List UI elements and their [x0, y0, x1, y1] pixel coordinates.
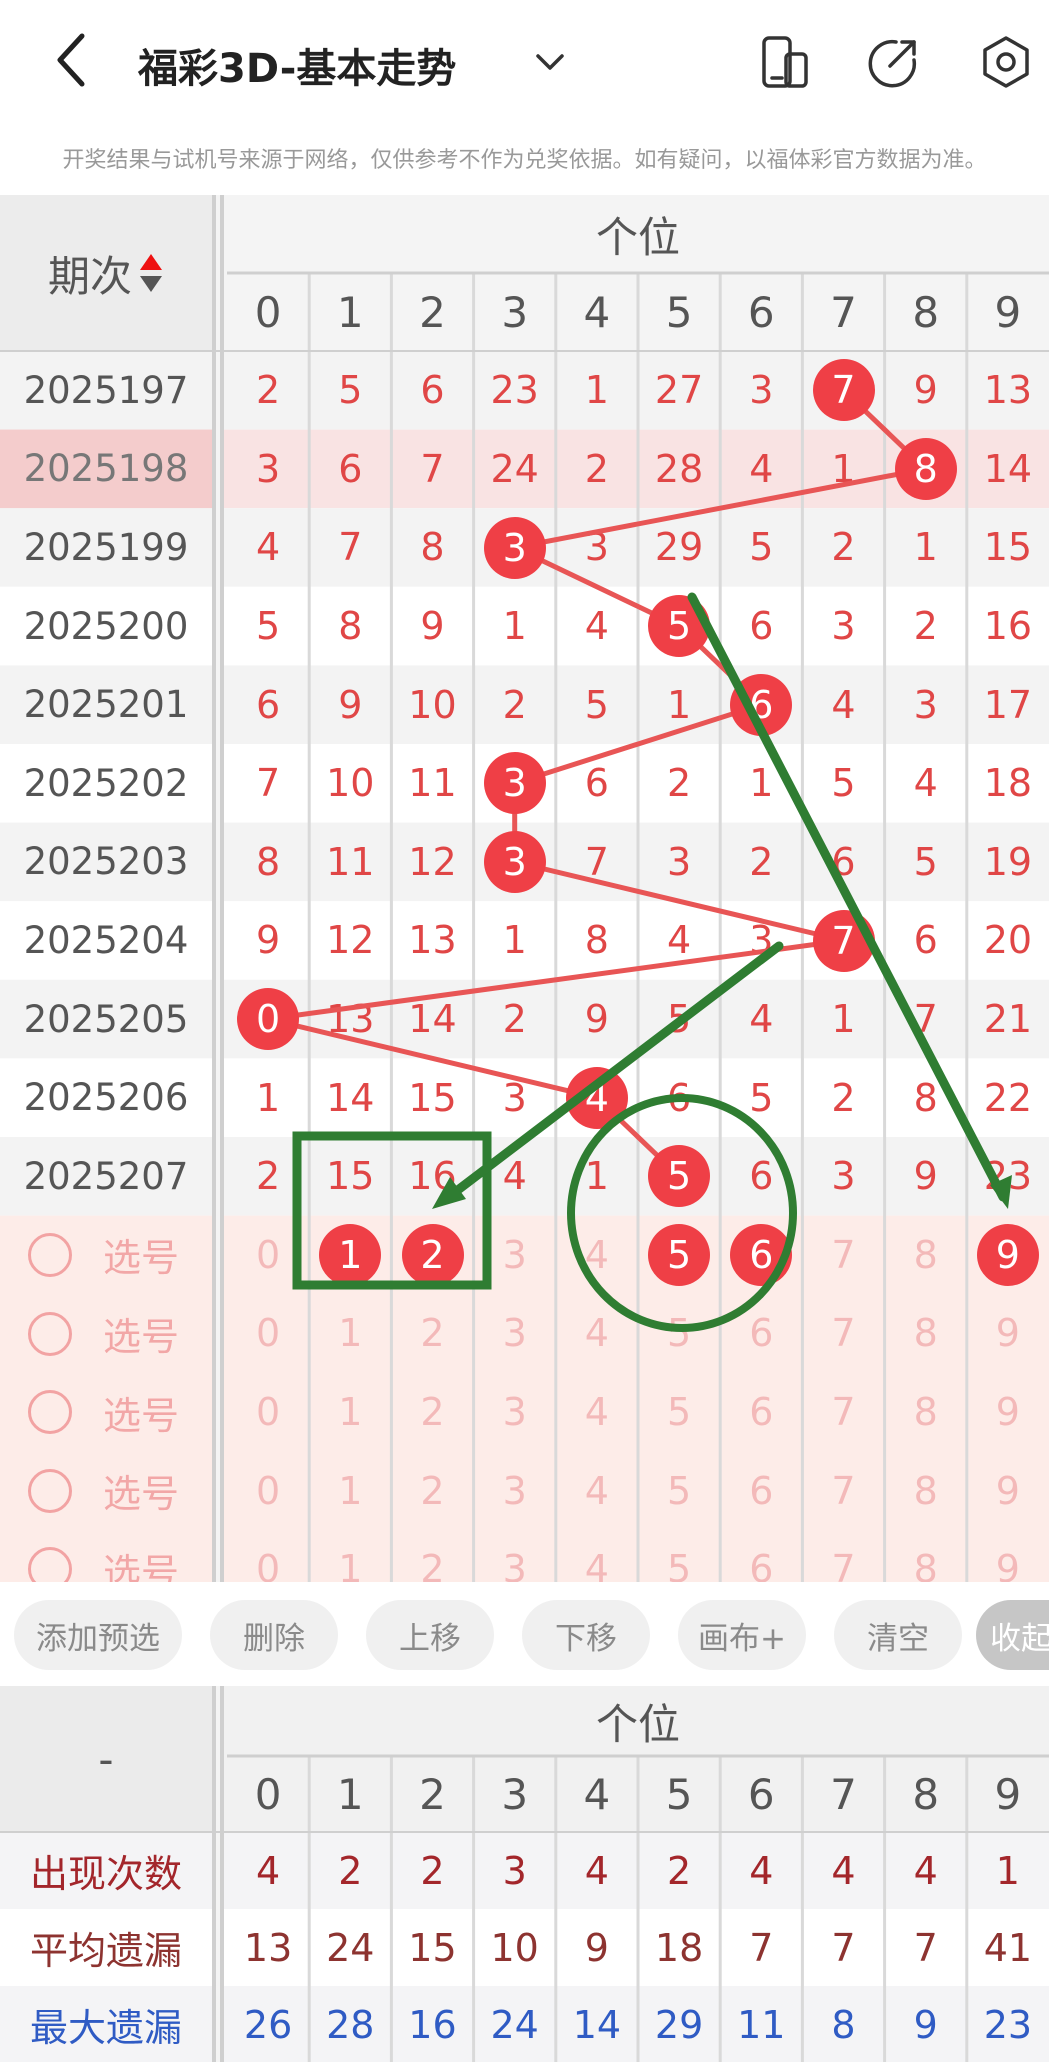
stats-digit-header: 0 [254, 1769, 282, 1819]
max-miss-value: 28 [326, 2002, 375, 2047]
page-title[interactable]: 福彩3D-基本走势 [138, 36, 456, 94]
appearance-count-value: 4 [749, 1848, 774, 1893]
drawn-number-ball: 7 [812, 909, 875, 972]
clear-button[interactable]: 清空 [834, 1600, 962, 1670]
drawn-number-ball: 5 [648, 595, 711, 658]
top-bar: 福彩3D-基本走势 [0, 0, 1049, 128]
appearance-count-value: 2 [420, 1848, 445, 1893]
settings-icon[interactable] [978, 34, 1034, 90]
max-miss-value: 14 [572, 2002, 622, 2047]
max-miss-value: 24 [490, 2002, 539, 2047]
average-miss-value: 18 [654, 1925, 704, 1970]
selected-digit-ball[interactable]: 6 [730, 1223, 793, 1286]
disclaimer-notice: 开奖结果与试机号来源于网络，仅供参考不作为兑奖依据。如有疑问，以福体彩官方数据为… [62, 148, 987, 173]
appearance-count-value: 4 [584, 1848, 609, 1893]
trend-grid: 个位 期次 0 1 2 3 4 5 6 7 8 9 2025197 2 5 6 23 1 27 3 9 13 2025198… [0, 195, 1049, 1595]
stats-digit-header: 2 [419, 1769, 446, 1819]
drawn-number-ball: 7 [812, 359, 875, 422]
move-down-button[interactable]: 下移 [522, 1600, 650, 1670]
average-miss-value: 15 [408, 1925, 457, 1970]
stats-digit-header: 4 [583, 1769, 611, 1819]
trend-polyline [267, 388, 931, 1179]
stats-digit-header: 6 [747, 1769, 775, 1819]
stats-table: 个位 -0 1 2 3 4 5 6 7 8 9 出现次数 4 2 2 3 4 2 4 4 4 1 平均遗漏 13 24 15 10 9… [0, 1686, 1049, 2062]
average-miss-value: 7 [831, 1925, 856, 1970]
average-miss-value: 10 [490, 1925, 539, 1970]
canvas-plus-button[interactable]: 画布+ [678, 1600, 806, 1670]
selected-digit-ball[interactable]: 2 [401, 1223, 464, 1286]
move-up-button[interactable]: 上移 [366, 1600, 494, 1670]
drawn-number-ball: 6 [730, 673, 793, 736]
average-miss-value: 7 [749, 1925, 774, 1970]
stats-section-title: 个位 [595, 1699, 680, 1749]
average-miss-value: 9 [584, 1925, 609, 1970]
device-layout-icon[interactable] [756, 34, 812, 90]
average-miss-value: 24 [326, 1925, 375, 1970]
stats-digit-header: 9 [994, 1769, 1022, 1819]
appearance-count-value: 1 [995, 1848, 1020, 1893]
max-miss-value: 16 [408, 2002, 457, 2047]
appearance-count-value: 2 [338, 1848, 363, 1893]
drawn-number-ball: 3 [483, 752, 546, 815]
appearance-count-value: 4 [256, 1848, 281, 1893]
stats-corner: - [98, 1734, 114, 1784]
add-preselect-button[interactable]: 添加预选 [14, 1600, 182, 1670]
drawn-number-ball: 3 [483, 830, 546, 893]
share-icon[interactable] [866, 34, 922, 90]
max-miss-value: 11 [737, 2002, 786, 2047]
stats-digit-header: 7 [830, 1769, 857, 1819]
appearance-count-value: 3 [502, 1848, 527, 1893]
appearance-count-label: 出现次数 [29, 1852, 182, 1896]
delete-button[interactable]: 删除 [210, 1600, 338, 1670]
selected-digit-ball[interactable]: 1 [319, 1223, 382, 1286]
average-miss-label: 平均遗漏 [29, 1929, 182, 1973]
max-miss-value: 23 [983, 2002, 1033, 2047]
stats-digit-header: 8 [912, 1769, 940, 1819]
max-miss-value: 26 [243, 2002, 293, 2047]
stats-digit-header: 5 [665, 1769, 693, 1819]
collapse-button[interactable]: 收起 [976, 1600, 1049, 1670]
drawn-number-ball: 4 [565, 1066, 628, 1129]
max-miss-value: 8 [831, 2002, 856, 2047]
chevron-down-icon[interactable] [532, 44, 568, 80]
drawn-number-ball: 3 [483, 516, 546, 579]
appearance-count-value: 4 [831, 1848, 856, 1893]
appearance-count-value: 4 [913, 1848, 938, 1893]
average-miss-value: 7 [913, 1925, 938, 1970]
selected-digit-ball[interactable]: 5 [648, 1223, 711, 1286]
action-toolbar: 添加预选 删除 上移 下移 画布+ 清空 收起 [0, 1582, 1049, 1686]
average-miss-value: 13 [243, 1925, 293, 1970]
drawn-number-ball: 0 [237, 988, 300, 1051]
drawn-number-ball: 8 [894, 437, 957, 500]
back-arrow-icon[interactable] [48, 30, 96, 90]
average-miss-value: 41 [983, 1925, 1033, 1970]
appearance-count-value: 2 [667, 1848, 692, 1893]
selected-digit-ball[interactable]: 9 [976, 1223, 1039, 1286]
max-miss-value: 9 [913, 2002, 938, 2047]
stats-digit-header: 3 [501, 1769, 529, 1819]
drawn-number-ball: 5 [648, 1145, 711, 1208]
max-miss-value: 29 [654, 2002, 704, 2047]
stats-digit-header: 1 [336, 1769, 364, 1819]
max-miss-label: 最大遗漏 [29, 2006, 182, 2050]
